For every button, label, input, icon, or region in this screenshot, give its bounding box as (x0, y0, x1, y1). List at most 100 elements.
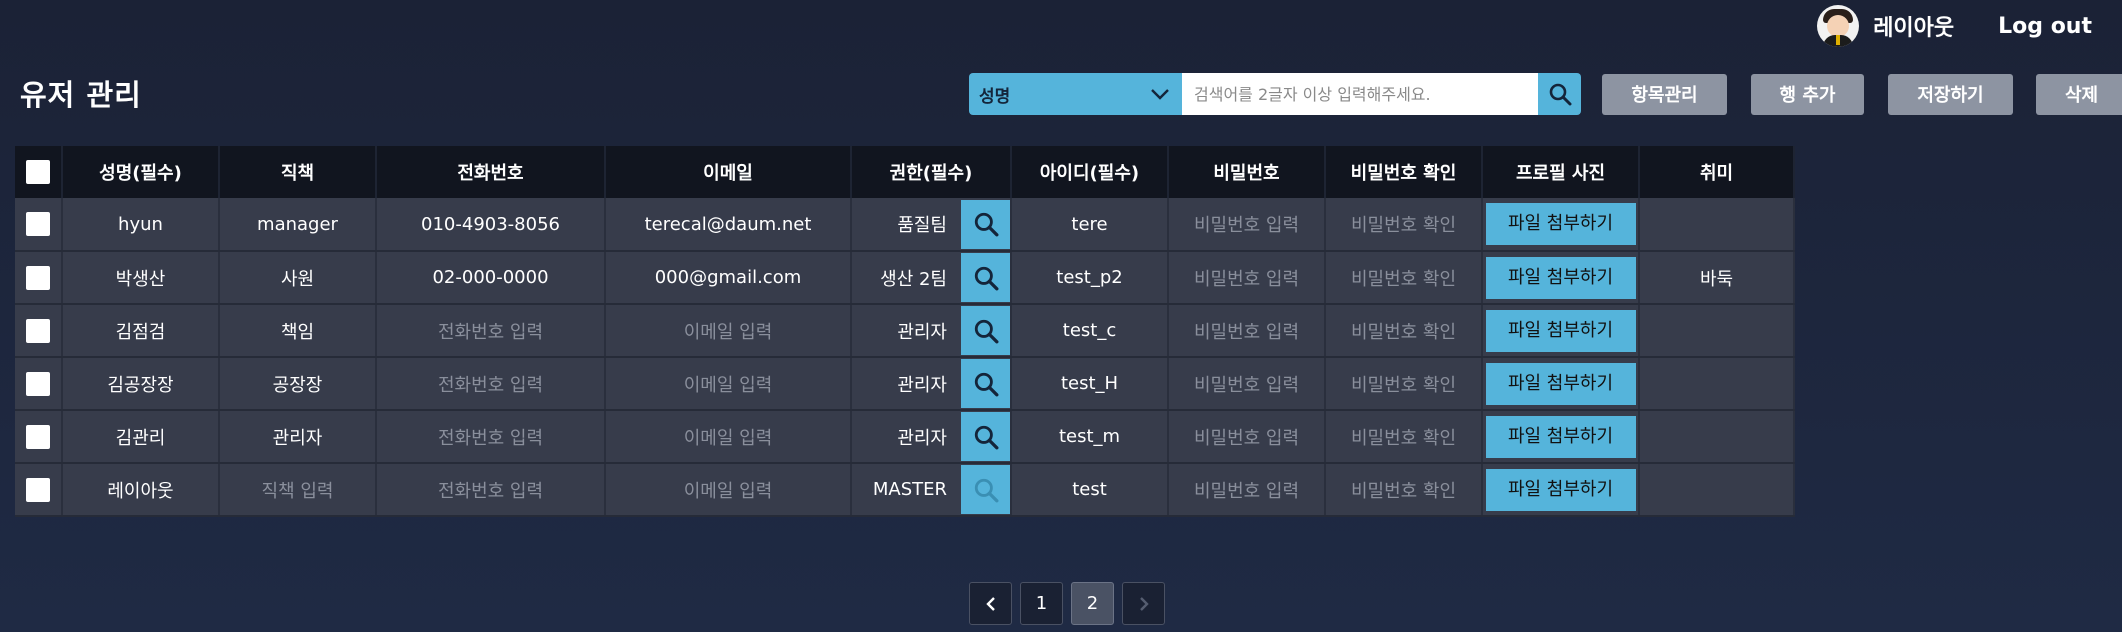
cell-id[interactable]: tere (1011, 198, 1169, 252)
role-search-button[interactable] (961, 306, 1010, 355)
cell-role: 품질팀 (851, 198, 1012, 252)
attach-file-button[interactable]: 파일 첨부하기 (1485, 362, 1636, 405)
cell-email[interactable]: terecal@daum.net (605, 198, 852, 252)
cell-phone[interactable]: 전화번호 입력 (376, 410, 606, 464)
cell-phone[interactable]: 전화번호 입력 (376, 357, 606, 411)
add-row-button[interactable]: 행 추가 (1751, 73, 1864, 115)
cell-password[interactable]: 비밀번호 입력 (1168, 463, 1326, 517)
role-search-button[interactable] (961, 412, 1010, 461)
cell-position[interactable]: 책임 (219, 304, 377, 358)
attach-file-button[interactable]: 파일 첨부하기 (1485, 203, 1636, 245)
attach-file-button[interactable]: 파일 첨부하기 (1485, 415, 1636, 458)
role-search-button[interactable] (961, 359, 1010, 408)
col-password-header[interactable]: 비밀번호 (1168, 146, 1326, 198)
cell-phone[interactable]: 02-000-0000 (376, 251, 606, 305)
col-hobby-header[interactable]: 취미 (1639, 146, 1795, 198)
col-position-header[interactable]: 직책 (219, 146, 377, 198)
cell-email[interactable]: 이메일 입력 (605, 304, 852, 358)
row-checkbox[interactable] (26, 424, 50, 449)
cell-password[interactable]: 비밀번호 입력 (1168, 304, 1326, 358)
cell-id[interactable]: test_m (1011, 410, 1169, 464)
save-button[interactable]: 저장하기 (1888, 73, 2013, 115)
cell-name[interactable]: 김점검 (62, 304, 220, 358)
col-email-header[interactable]: 이메일 (605, 146, 852, 198)
user-bar: 레이아웃 Log out (1817, 5, 2092, 47)
user-table: 성명(필수) 직책 전화번호 이메일 권한(필수) 아이디(필수) 비밀번호 비… (15, 146, 1795, 517)
cell-name[interactable]: 박생산 (62, 251, 220, 305)
cell-position[interactable]: 직책 입력 (219, 463, 377, 517)
cell-phone[interactable]: 전화번호 입력 (376, 463, 606, 517)
page-button-2[interactable]: 2 (1071, 582, 1114, 625)
role-search-button[interactable] (961, 465, 1010, 514)
cell-password[interactable]: 비밀번호 입력 (1168, 410, 1326, 464)
cell-email[interactable]: 이메일 입력 (605, 357, 852, 411)
delete-button[interactable]: 삭제 (2036, 73, 2122, 115)
role-search-button[interactable] (961, 253, 1010, 302)
search-icon (1549, 83, 1571, 106)
cell-password-confirm[interactable]: 비밀번호 확인 (1325, 251, 1483, 305)
role-value: 관리자 (897, 427, 947, 449)
cell-phone[interactable]: 010-4903-8056 (376, 198, 606, 252)
col-profile-photo-header[interactable]: 프로필 사진 (1482, 146, 1640, 198)
cell-email[interactable]: 이메일 입력 (605, 410, 852, 464)
row-select-cell (15, 463, 63, 517)
cell-hobby[interactable] (1639, 463, 1795, 517)
cell-id[interactable]: test_c (1011, 304, 1169, 358)
logout-link[interactable]: Log out (1998, 14, 2092, 39)
user-name: 레이아웃 (1873, 16, 1955, 41)
cell-password-confirm[interactable]: 비밀번호 확인 (1325, 463, 1483, 517)
cell-hobby[interactable] (1639, 357, 1795, 411)
search-button[interactable] (1538, 73, 1581, 115)
cell-hobby[interactable] (1639, 410, 1795, 464)
cell-email[interactable]: 이메일 입력 (605, 463, 852, 517)
col-role-header[interactable]: 권한(필수) (851, 146, 1012, 198)
attach-file-button[interactable]: 파일 첨부하기 (1485, 468, 1636, 511)
select-all-checkbox[interactable] (26, 160, 50, 184)
cell-password[interactable]: 비밀번호 입력 (1168, 198, 1326, 252)
cell-id[interactable]: test (1011, 463, 1169, 517)
cell-position[interactable]: 사원 (219, 251, 377, 305)
search-input[interactable] (1182, 73, 1538, 115)
page-button-1[interactable]: 1 (1020, 582, 1063, 625)
attach-file-button[interactable]: 파일 첨부하기 (1485, 256, 1636, 299)
avatar[interactable] (1817, 5, 1860, 47)
cell-password-confirm[interactable]: 비밀번호 확인 (1325, 304, 1483, 358)
table-row: 김공장장 공장장 전화번호 입력 이메일 입력 관리자 test_H 비밀번호 입력 비밀번호… (15, 357, 1795, 411)
col-name-header[interactable]: 성명(필수) (62, 146, 220, 198)
search-field-select[interactable]: 성명 (969, 73, 1182, 115)
row-checkbox[interactable] (26, 477, 50, 502)
cell-hobby[interactable]: 바둑 (1639, 251, 1795, 305)
manage-items-button[interactable]: 항목관리 (1602, 73, 1727, 115)
row-select-cell (15, 304, 63, 358)
cell-name[interactable]: 레이아웃 (62, 463, 220, 517)
cell-password-confirm[interactable]: 비밀번호 확인 (1325, 410, 1483, 464)
cell-email[interactable]: 000@gmail.com (605, 251, 852, 305)
cell-hobby[interactable] (1639, 304, 1795, 358)
cell-password-confirm[interactable]: 비밀번호 확인 (1325, 357, 1483, 411)
col-password-confirm-header[interactable]: 비밀번호 확인 (1325, 146, 1483, 198)
cell-password[interactable]: 비밀번호 입력 (1168, 251, 1326, 305)
cell-id[interactable]: test_H (1011, 357, 1169, 411)
row-checkbox[interactable] (26, 265, 50, 290)
cell-position[interactable]: manager (219, 198, 377, 252)
row-checkbox[interactable] (26, 212, 50, 236)
col-phone-header[interactable]: 전화번호 (376, 146, 606, 198)
cell-name[interactable]: 김관리 (62, 410, 220, 464)
cell-name[interactable]: hyun (62, 198, 220, 252)
cell-password[interactable]: 비밀번호 입력 (1168, 357, 1326, 411)
cell-phone[interactable]: 전화번호 입력 (376, 304, 606, 358)
attach-file-button[interactable]: 파일 첨부하기 (1485, 309, 1636, 352)
cell-position[interactable]: 관리자 (219, 410, 377, 464)
cell-name[interactable]: 김공장장 (62, 357, 220, 411)
prev-page-button[interactable] (969, 582, 1012, 625)
cell-password-confirm[interactable]: 비밀번호 확인 (1325, 198, 1483, 252)
next-page-button[interactable] (1122, 582, 1165, 625)
col-id-header[interactable]: 아이디(필수) (1011, 146, 1169, 198)
row-checkbox[interactable] (26, 371, 50, 396)
cell-hobby[interactable] (1639, 198, 1795, 252)
cell-id[interactable]: test_p2 (1011, 251, 1169, 305)
row-checkbox[interactable] (26, 318, 50, 343)
role-value: 관리자 (897, 374, 947, 396)
role-search-button[interactable] (961, 199, 1010, 249)
cell-position[interactable]: 공장장 (219, 357, 377, 411)
